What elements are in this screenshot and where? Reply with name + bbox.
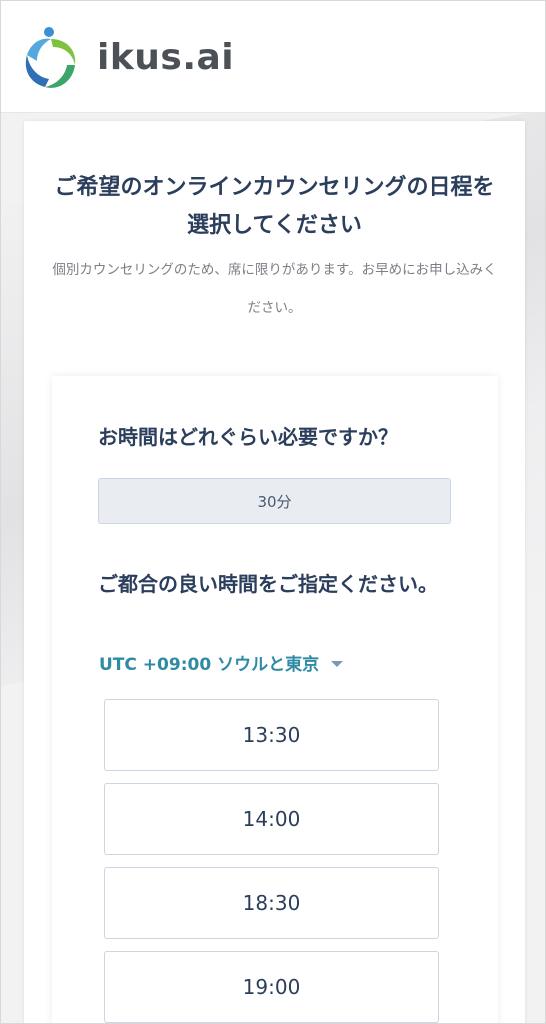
ikus-logo-icon[interactable] xyxy=(23,25,79,91)
time-slot[interactable]: 18:30 xyxy=(104,867,439,939)
scheduler-card: ご希望のオンラインカウンセリングの日程を選択してください 個別カウンセリングのた… xyxy=(24,121,525,1023)
time-slot[interactable]: 19:00 xyxy=(104,951,439,1023)
logo-text[interactable]: ikus.ai xyxy=(97,37,234,78)
page-subtitle: 個別カウンセリングのため、席に限りがあります。お早めにお申し込みください。 xyxy=(52,262,497,316)
time-slot[interactable]: 14:00 xyxy=(104,783,439,855)
header: ikus.ai xyxy=(1,1,545,113)
timezone-selector[interactable]: UTC +09:00 ソウルと東京 xyxy=(99,650,344,675)
duration-question: お時間はどれぐらい必要ですか？ xyxy=(98,425,398,449)
page-title: ご希望のオンラインカウンセリングの日程を選択してください xyxy=(54,175,495,238)
caret-down-icon xyxy=(331,660,344,667)
page: ikus.ai ご希望のオンラインカウンセリングの日程を選択してください 個別カ… xyxy=(0,0,546,1024)
duration-option-30min[interactable]: 30分 xyxy=(98,478,451,524)
time-slot[interactable]: 13:30 xyxy=(104,699,439,771)
time-question: ご都合の良い時間をご指定ください。 xyxy=(98,572,438,596)
timezone-label: UTC +09:00 ソウルと東京 xyxy=(99,655,320,675)
